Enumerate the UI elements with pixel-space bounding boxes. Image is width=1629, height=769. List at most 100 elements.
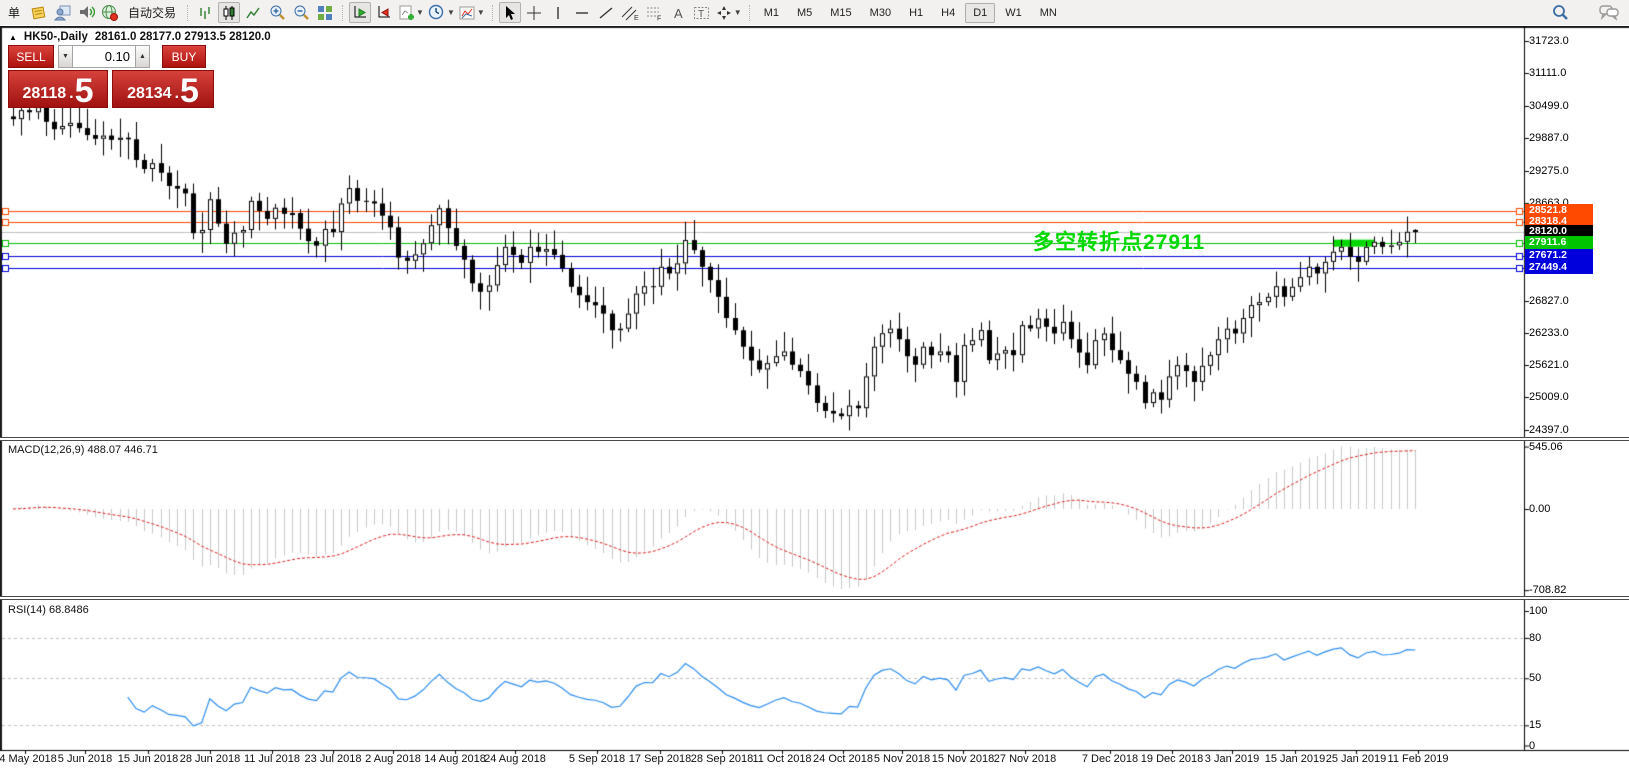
indicators-icon xyxy=(398,5,415,21)
chevron-down-icon: ▼ xyxy=(446,8,455,17)
pivot-annotation-text[interactable]: 多空转折点27911 xyxy=(1033,226,1205,256)
chevron-down-icon: ▼ xyxy=(733,8,742,17)
market-watch-button[interactable] xyxy=(27,2,49,23)
tile-windows-button[interactable] xyxy=(314,2,336,23)
sell-price-fraction: 5 xyxy=(74,72,94,111)
timeframe-d1-button[interactable]: D1 xyxy=(965,2,996,23)
timeframe-m30-button[interactable]: M30 xyxy=(862,3,899,23)
new-order-button[interactable]: 单 xyxy=(3,2,25,23)
price-axis-tick-label: 24397.0 xyxy=(1529,424,1569,436)
chevron-down-icon: ▼ xyxy=(416,8,424,17)
pane-splitter[interactable] xyxy=(0,596,1629,600)
autoscroll-button[interactable] xyxy=(349,2,372,23)
autotrade-button[interactable]: 自动交易 xyxy=(123,2,181,23)
line-chart-button[interactable] xyxy=(242,2,264,23)
bar-chart-icon xyxy=(197,5,213,21)
date-axis-label: 28 Sep 2018 xyxy=(690,753,754,765)
arrows-icon xyxy=(716,5,732,21)
date-axis-label: 11 Feb 2019 xyxy=(1387,753,1449,765)
buy-price-panel[interactable]: 28134 . 5 xyxy=(112,70,214,108)
equidistant-channel-button[interactable]: E xyxy=(619,2,641,23)
buy-button[interactable]: BUY xyxy=(162,45,206,68)
timeframe-m5-button[interactable]: M5 xyxy=(789,3,820,23)
date-axis-label: 27 Nov 2018 xyxy=(993,753,1057,765)
horizontal-line-icon xyxy=(574,5,590,21)
date-axis-label: 5 Sep 2018 xyxy=(568,753,626,765)
templates-button[interactable]: ▼ xyxy=(458,2,486,23)
toolbar-grip xyxy=(491,4,493,21)
chevron-down-icon: ▼ xyxy=(476,8,485,17)
sell-price-panel[interactable]: 28118 . 5 xyxy=(8,70,108,108)
periods-button[interactable]: ▼ xyxy=(427,2,456,23)
pane-splitter[interactable] xyxy=(0,437,1629,441)
timeframe-group: M1 M5 M15 M30 H1 H4 D1 W1 MN xyxy=(755,2,1066,23)
buy-price-fraction: 5 xyxy=(180,72,199,111)
svg-text:F: F xyxy=(657,15,661,21)
search-icon xyxy=(1551,4,1569,22)
chart-title: ▲ HK50-,Daily 28161.0 28177.0 27913.5 28… xyxy=(9,31,271,43)
text-label-button[interactable]: T xyxy=(691,2,713,23)
date-axis-label: 5 Nov 2018 xyxy=(873,753,931,765)
price-axis-tick-label: 26233.0 xyxy=(1529,327,1569,339)
clock-icon xyxy=(428,4,445,21)
timeframe-h4-button[interactable]: H4 xyxy=(933,3,963,23)
chat-button[interactable] xyxy=(1598,2,1620,23)
cursor-button[interactable] xyxy=(498,2,521,23)
channel-icon: E xyxy=(621,5,639,21)
price-line-tag: 27449.4 xyxy=(1525,261,1593,274)
one-click-collapse-arrow[interactable]: ▲ xyxy=(9,33,17,42)
buy-price: 28134 xyxy=(127,85,172,102)
text-button[interactable]: A xyxy=(667,2,689,23)
chat-icon xyxy=(1599,4,1619,21)
autoscroll-icon xyxy=(352,4,369,21)
date-axis-label: 15 Jan 2019 xyxy=(1264,753,1326,765)
rsi-axis-tick-label: 100 xyxy=(1529,605,1548,617)
price-axis-tick-label: 29275.0 xyxy=(1529,165,1569,177)
toolbar: 单 自动交易 ▼ ▼ ▼ E F A T ▼ M1 M5 M15 M30 H1 … xyxy=(0,0,1629,25)
vertical-line-icon xyxy=(551,5,565,21)
timeframe-h1-button[interactable]: H1 xyxy=(901,3,931,23)
horizontal-line-button[interactable] xyxy=(571,2,593,23)
zoom-out-button[interactable] xyxy=(290,2,312,23)
volume-decrease-button[interactable]: ▼ xyxy=(58,45,73,68)
timeframe-w1-button[interactable]: W1 xyxy=(997,3,1030,23)
fibonacci-button[interactable]: F xyxy=(643,2,665,23)
record-button[interactable] xyxy=(99,2,121,23)
macd-axis-tick-label: -708.82 xyxy=(1529,584,1567,597)
zoom-in-button[interactable] xyxy=(266,2,288,23)
toolbar-grip xyxy=(342,4,344,21)
timeframe-mn-button[interactable]: MN xyxy=(1032,3,1065,23)
sell-button[interactable]: SELL xyxy=(8,45,54,68)
macd-axis-tick-label: 0.00 xyxy=(1529,503,1551,515)
date-axis-label: 24 Oct 2018 xyxy=(813,753,873,765)
candlestick-button[interactable] xyxy=(218,2,241,23)
chart-canvas[interactable] xyxy=(0,26,1629,769)
chart-shift-button[interactable] xyxy=(373,2,395,23)
date-axis-label: 25 Jan 2019 xyxy=(1325,753,1387,765)
date-axis-label: 3 Jan 2019 xyxy=(1204,753,1260,765)
indicators-button[interactable]: ▼ xyxy=(397,2,425,23)
search-button[interactable] xyxy=(1549,2,1571,23)
autotrade-label: 自动交易 xyxy=(128,6,177,20)
timeframe-m1-button[interactable]: M1 xyxy=(756,3,787,23)
toolbar-grip xyxy=(187,4,189,21)
price-axis-tick-label: 25009.0 xyxy=(1529,391,1569,403)
volume-increase-button[interactable]: ▲ xyxy=(135,45,150,68)
crosshair-button[interactable] xyxy=(523,2,545,23)
arrows-button[interactable]: ▼ xyxy=(715,2,743,23)
rsi-axis-tick-label: 0 xyxy=(1529,739,1536,752)
timeframe-m15-button[interactable]: M15 xyxy=(822,3,859,23)
navigator-button[interactable] xyxy=(51,2,73,23)
template-icon xyxy=(459,5,475,21)
label-icon: T xyxy=(693,5,711,21)
date-axis-label: 28 Jun 2018 xyxy=(179,753,241,765)
zoom-out-icon xyxy=(293,4,310,21)
sound-button[interactable] xyxy=(75,2,97,23)
trendline-button[interactable] xyxy=(595,2,617,23)
date-axis-label: 17 Sep 2018 xyxy=(628,753,692,765)
chart-symbol-period: HK50-,Daily xyxy=(23,31,88,43)
bar-chart-button[interactable] xyxy=(194,2,216,23)
date-axis-label: 11 Oct 2018 xyxy=(752,753,812,765)
vertical-line-button[interactable] xyxy=(547,2,569,23)
volume-input[interactable] xyxy=(73,45,135,68)
